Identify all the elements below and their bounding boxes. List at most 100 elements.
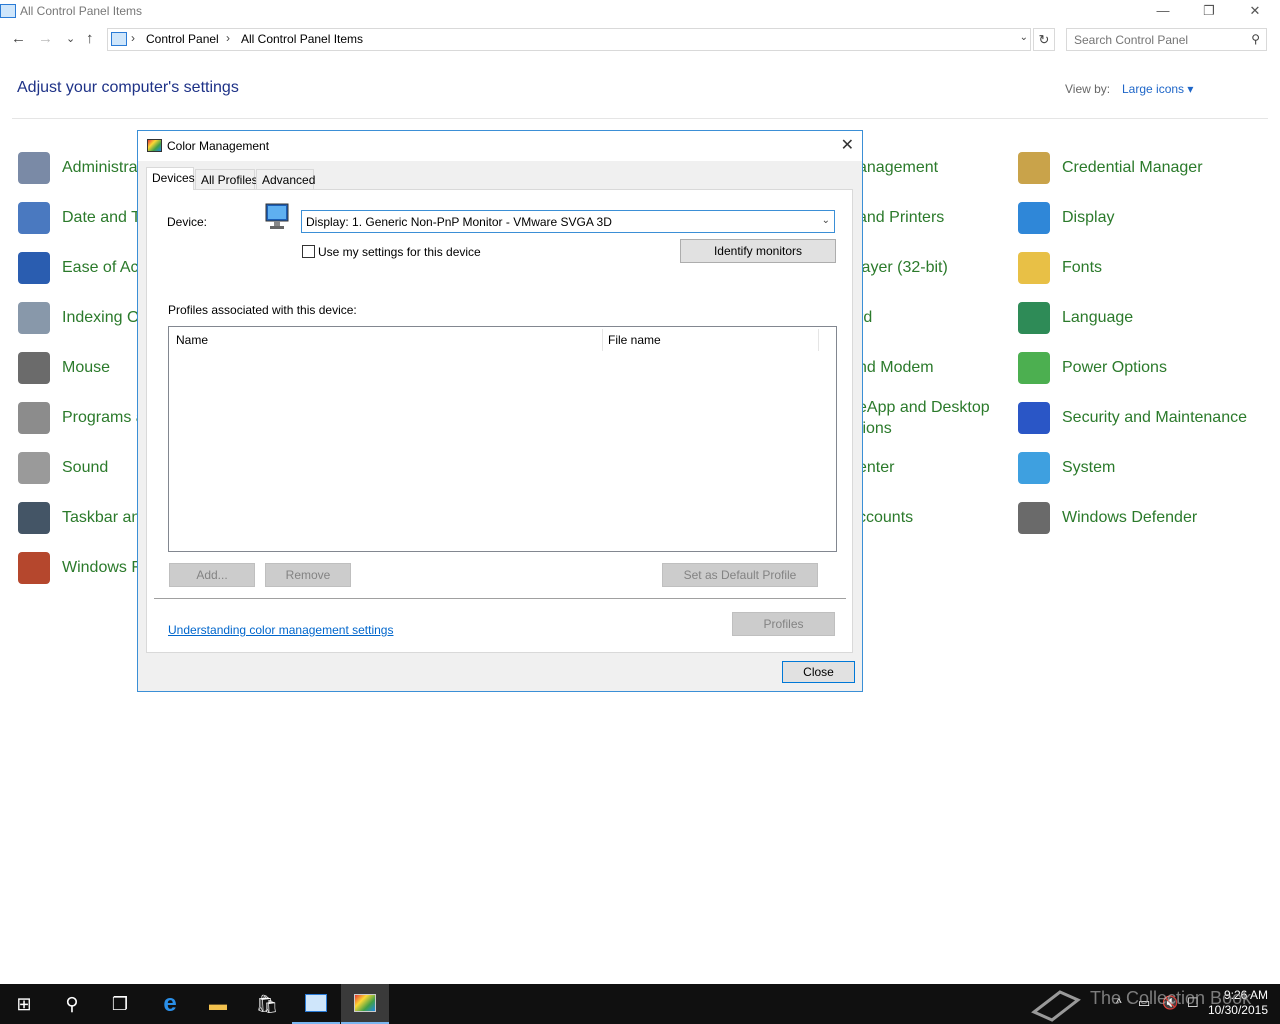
store-icon[interactable]: 🛍 (243, 984, 291, 1024)
window-title: All Control Panel Items (20, 4, 143, 18)
control-panel-item-label: Windows F (62, 559, 142, 576)
search-box[interactable]: ⚲ (1066, 28, 1267, 51)
dialog-close-icon[interactable]: ✕ (841, 135, 854, 155)
control-panel-item[interactable]: System (1018, 448, 1115, 488)
device-label: Device: (167, 215, 208, 229)
list-header: Name File name (169, 327, 836, 352)
forward-arrow-icon[interactable]: → (38, 30, 53, 47)
tab-devices[interactable]: Devices (146, 167, 195, 190)
page-heading: Adjust your computer's settings (17, 79, 239, 96)
control-panel-item-label: anagement (858, 159, 939, 176)
breadcrumb-separator-icon[interactable]: › (131, 31, 135, 45)
control-panel-item[interactable]: nd Modem (858, 348, 934, 388)
control-panel-item[interactable]: Fonts (1018, 248, 1102, 288)
add-button[interactable]: Add... (169, 563, 255, 587)
search-icon[interactable]: ⚲ (1251, 32, 1260, 46)
control-panel-item[interactable]: Taskbar and (18, 498, 149, 538)
control-panel-item-label: Power Options (1062, 359, 1167, 376)
column-name[interactable]: Name (176, 333, 208, 347)
refresh-button[interactable]: ↻ (1033, 28, 1055, 51)
view-by-dropdown[interactable]: Large icons ▾ (1122, 82, 1193, 96)
color-management-help-link[interactable]: Understanding color management settings (168, 623, 393, 637)
color-management-dialog: Color Management ✕ Devices All Profiles … (137, 130, 863, 692)
control-panel-item[interactable]: enter (858, 448, 894, 488)
control-panel-item-label: layer (32-bit) (858, 259, 948, 276)
color-management-app-icon (354, 994, 376, 1012)
tab-all-profiles[interactable]: All Profiles (195, 169, 258, 189)
file-explorer-icon[interactable]: ▬ (194, 984, 242, 1024)
use-my-settings-label[interactable]: Use my settings for this device (318, 245, 481, 259)
close-dialog-button[interactable]: Close (782, 661, 855, 683)
start-button[interactable]: ⊞ (0, 984, 48, 1024)
control-panel-item-label: Language (1062, 309, 1134, 326)
back-arrow-icon[interactable]: ← (11, 30, 26, 47)
control-panel-item[interactable]: Security and Maintenance (1018, 398, 1247, 438)
recent-locations-icon[interactable]: ⌄ (66, 32, 75, 45)
control-panel-item[interactable]: ccounts (858, 498, 913, 538)
profiles-button[interactable]: Profiles (732, 612, 835, 636)
date-time-icon (18, 202, 50, 234)
close-button[interactable]: ✕ (1232, 0, 1278, 24)
control-panel-item-label: System (1062, 459, 1116, 476)
column-divider[interactable] (602, 329, 603, 351)
profiles-list[interactable]: Name File name (168, 326, 837, 552)
task-view-icon[interactable]: ❐ (96, 984, 144, 1024)
book-watermark-icon (1031, 990, 1081, 1022)
tab-advanced[interactable]: Advanced (256, 169, 315, 189)
control-panel-taskbar-icon[interactable] (292, 984, 340, 1024)
column-divider[interactable] (818, 329, 819, 351)
restore-button[interactable]: ❐ (1186, 0, 1232, 24)
language-icon (1018, 302, 1050, 334)
control-panel-item[interactable]: Language (1018, 298, 1133, 338)
color-management-icon (147, 139, 162, 152)
column-file-name[interactable]: File name (608, 333, 661, 347)
control-panel-item-label: ccounts (858, 509, 914, 526)
control-panel-item[interactable]: and Printers (858, 198, 944, 238)
control-panel-item[interactable]: Date and T (18, 198, 141, 238)
control-panel-item-label: Windows Defender (1062, 509, 1198, 526)
control-panel-item[interactable]: Windows Defender (1018, 498, 1197, 538)
breadcrumb-control-panel[interactable]: Control Panel (146, 32, 219, 46)
control-panel-item[interactable]: Indexing O (18, 298, 139, 338)
address-dropdown-icon[interactable]: ⌄ (1020, 32, 1028, 43)
control-panel-item[interactable]: eApp and Desktop tions (858, 398, 990, 438)
up-arrow-icon[interactable]: ↑ (86, 30, 94, 47)
control-panel-item[interactable]: Programs a (18, 398, 145, 438)
control-panel-item-label: Fonts (1062, 259, 1103, 276)
identify-monitors-button[interactable]: Identify monitors (680, 239, 836, 263)
fonts-icon (1018, 252, 1050, 284)
control-panel-item-label: enter (858, 459, 895, 476)
control-panel-app-icon (305, 994, 327, 1012)
breadcrumb-separator-icon[interactable]: › (226, 31, 230, 45)
view-by-label: View by: (1065, 82, 1111, 96)
color-management-taskbar-icon[interactable] (341, 984, 389, 1024)
control-panel-item[interactable]: anagement (858, 148, 938, 188)
remove-button[interactable]: Remove (265, 563, 351, 587)
breadcrumb-all-items[interactable]: All Control Panel Items (241, 32, 363, 46)
control-panel-item[interactable]: Ease of Acc (18, 248, 147, 288)
control-panel-item[interactable]: Mouse (18, 348, 110, 388)
control-panel-item-label: Display (1062, 209, 1115, 226)
control-panel-item[interactable]: Sound (18, 448, 108, 488)
control-panel-item[interactable]: Credential Manager (1018, 148, 1203, 188)
control-panel-item[interactable]: Power Options (1018, 348, 1167, 388)
use-my-settings-checkbox[interactable] (302, 245, 315, 258)
programs-icon (18, 402, 50, 434)
divider (12, 118, 1268, 119)
control-panel-item[interactable]: Administra (18, 148, 138, 188)
address-bar[interactable]: › Control Panel › All Control Panel Item… (107, 28, 1031, 51)
control-panel-item[interactable]: layer (32-bit) (858, 248, 948, 288)
control-panel-item-label: Administra (62, 159, 138, 176)
minimize-button[interactable]: — (1140, 0, 1186, 24)
system-icon (1018, 452, 1050, 484)
taskbar: ⊞ ⚲ ❐ e ▬ 🛍 ^ ▭ 🔇 ☐ 9:26 AM 10/30/2015 (0, 984, 1280, 1024)
control-panel-item[interactable]: Display (1018, 198, 1114, 238)
search-input[interactable] (1074, 30, 1244, 50)
chevron-down-icon[interactable]: ⌄ (822, 215, 830, 226)
control-panel-item[interactable]: Windows F (18, 548, 141, 588)
device-dropdown[interactable]: Display: 1. Generic Non-PnP Monitor - VM… (301, 210, 835, 233)
indexing-options-icon (18, 302, 50, 334)
search-taskbar-icon[interactable]: ⚲ (48, 984, 96, 1024)
set-default-profile-button[interactable]: Set as Default Profile (662, 563, 818, 587)
edge-browser-icon[interactable]: e (146, 984, 194, 1024)
